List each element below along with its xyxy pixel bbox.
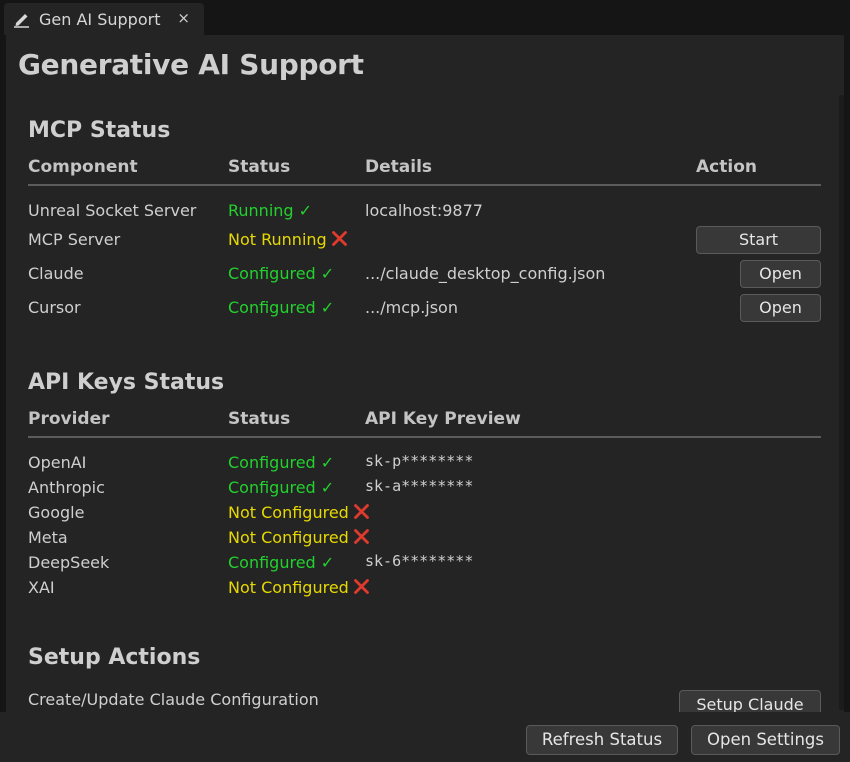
api-header-status: Status bbox=[228, 409, 291, 429]
api-row-provider: OpenAI bbox=[28, 453, 87, 472]
mcp-row-status: Configured ✓ bbox=[228, 264, 335, 283]
refresh-status-button[interactable]: Refresh Status bbox=[526, 725, 678, 755]
status-text: Not Configured bbox=[228, 528, 349, 547]
tab-bar: Gen AI Support × bbox=[0, 0, 850, 35]
api-row-provider: Meta bbox=[28, 528, 68, 547]
mcp-row-component: MCP Server bbox=[28, 230, 121, 249]
pencil-icon bbox=[12, 9, 32, 29]
mcp-header-divider bbox=[28, 184, 821, 186]
mcp-row-component: Cursor bbox=[28, 298, 81, 317]
status-text: Not Configured bbox=[228, 503, 349, 522]
mcp-header-details: Details bbox=[365, 157, 433, 177]
open-settings-button[interactable]: Open Settings bbox=[691, 725, 840, 755]
api-row-status: Not Configured bbox=[228, 528, 370, 547]
mcp-header-component: Component bbox=[28, 157, 138, 177]
tab-title: Gen AI Support bbox=[39, 9, 161, 29]
api-header-divider bbox=[28, 436, 821, 438]
mcp-header-status: Status bbox=[228, 157, 291, 177]
error-x-icon bbox=[353, 528, 370, 545]
mcp-row-details: .../mcp.json bbox=[365, 298, 458, 317]
open-cursor-config-button[interactable]: Open bbox=[740, 294, 821, 322]
setup-claude-button[interactable]: Setup Claude bbox=[679, 690, 821, 712]
api-key-preview: sk-p******** bbox=[365, 452, 474, 470]
close-icon[interactable]: × bbox=[177, 9, 190, 27]
api-row-provider: DeepSeek bbox=[28, 553, 110, 572]
mcp-row-status: Not Running bbox=[228, 230, 348, 249]
error-x-icon bbox=[353, 503, 370, 520]
footer-bar: Refresh Status Open Settings bbox=[0, 712, 850, 762]
api-section-title: API Keys Status bbox=[28, 370, 225, 395]
status-text: Not Configured bbox=[228, 578, 349, 597]
mcp-row-component: Claude bbox=[28, 264, 84, 283]
api-row-status: Not Configured bbox=[228, 503, 370, 522]
page-title: Generative AI Support bbox=[18, 48, 364, 81]
scrollbar[interactable] bbox=[839, 95, 844, 710]
mcp-header-action: Action bbox=[696, 157, 757, 177]
status-text: Not Running bbox=[228, 230, 327, 249]
api-key-preview: sk-6******** bbox=[365, 552, 474, 570]
error-x-icon bbox=[353, 578, 370, 595]
api-row-status: Configured ✓ bbox=[228, 478, 335, 497]
tab-gen-ai-support[interactable]: Gen AI Support × bbox=[4, 3, 204, 35]
mcp-row-status: Configured ✓ bbox=[228, 298, 335, 317]
setup-claude-label: Create/Update Claude Configuration bbox=[28, 690, 319, 709]
api-header-provider: Provider bbox=[28, 409, 110, 429]
mcp-row-details: .../claude_desktop_config.json bbox=[365, 264, 606, 283]
error-x-icon bbox=[331, 230, 348, 247]
api-row-status: Not Configured bbox=[228, 578, 370, 597]
api-key-preview: sk-a******** bbox=[365, 477, 474, 495]
mcp-row-details: localhost:9877 bbox=[365, 201, 483, 220]
mcp-row-status: Running ✓ bbox=[228, 201, 313, 220]
api-row-provider: Anthropic bbox=[28, 478, 105, 497]
api-row-status: Configured ✓ bbox=[228, 553, 335, 572]
start-button[interactable]: Start bbox=[696, 226, 821, 254]
open-claude-config-button[interactable]: Open bbox=[740, 260, 821, 288]
api-row-provider: XAI bbox=[28, 578, 55, 597]
mcp-section-title: MCP Status bbox=[28, 118, 171, 143]
api-row-status: Configured ✓ bbox=[228, 453, 335, 472]
api-header-preview: API Key Preview bbox=[365, 409, 521, 429]
setup-section-title: Setup Actions bbox=[28, 645, 201, 670]
api-row-provider: Google bbox=[28, 503, 85, 522]
main-panel: Generative AI Support MCP Status Compone… bbox=[6, 35, 844, 712]
mcp-row-component: Unreal Socket Server bbox=[28, 201, 197, 220]
